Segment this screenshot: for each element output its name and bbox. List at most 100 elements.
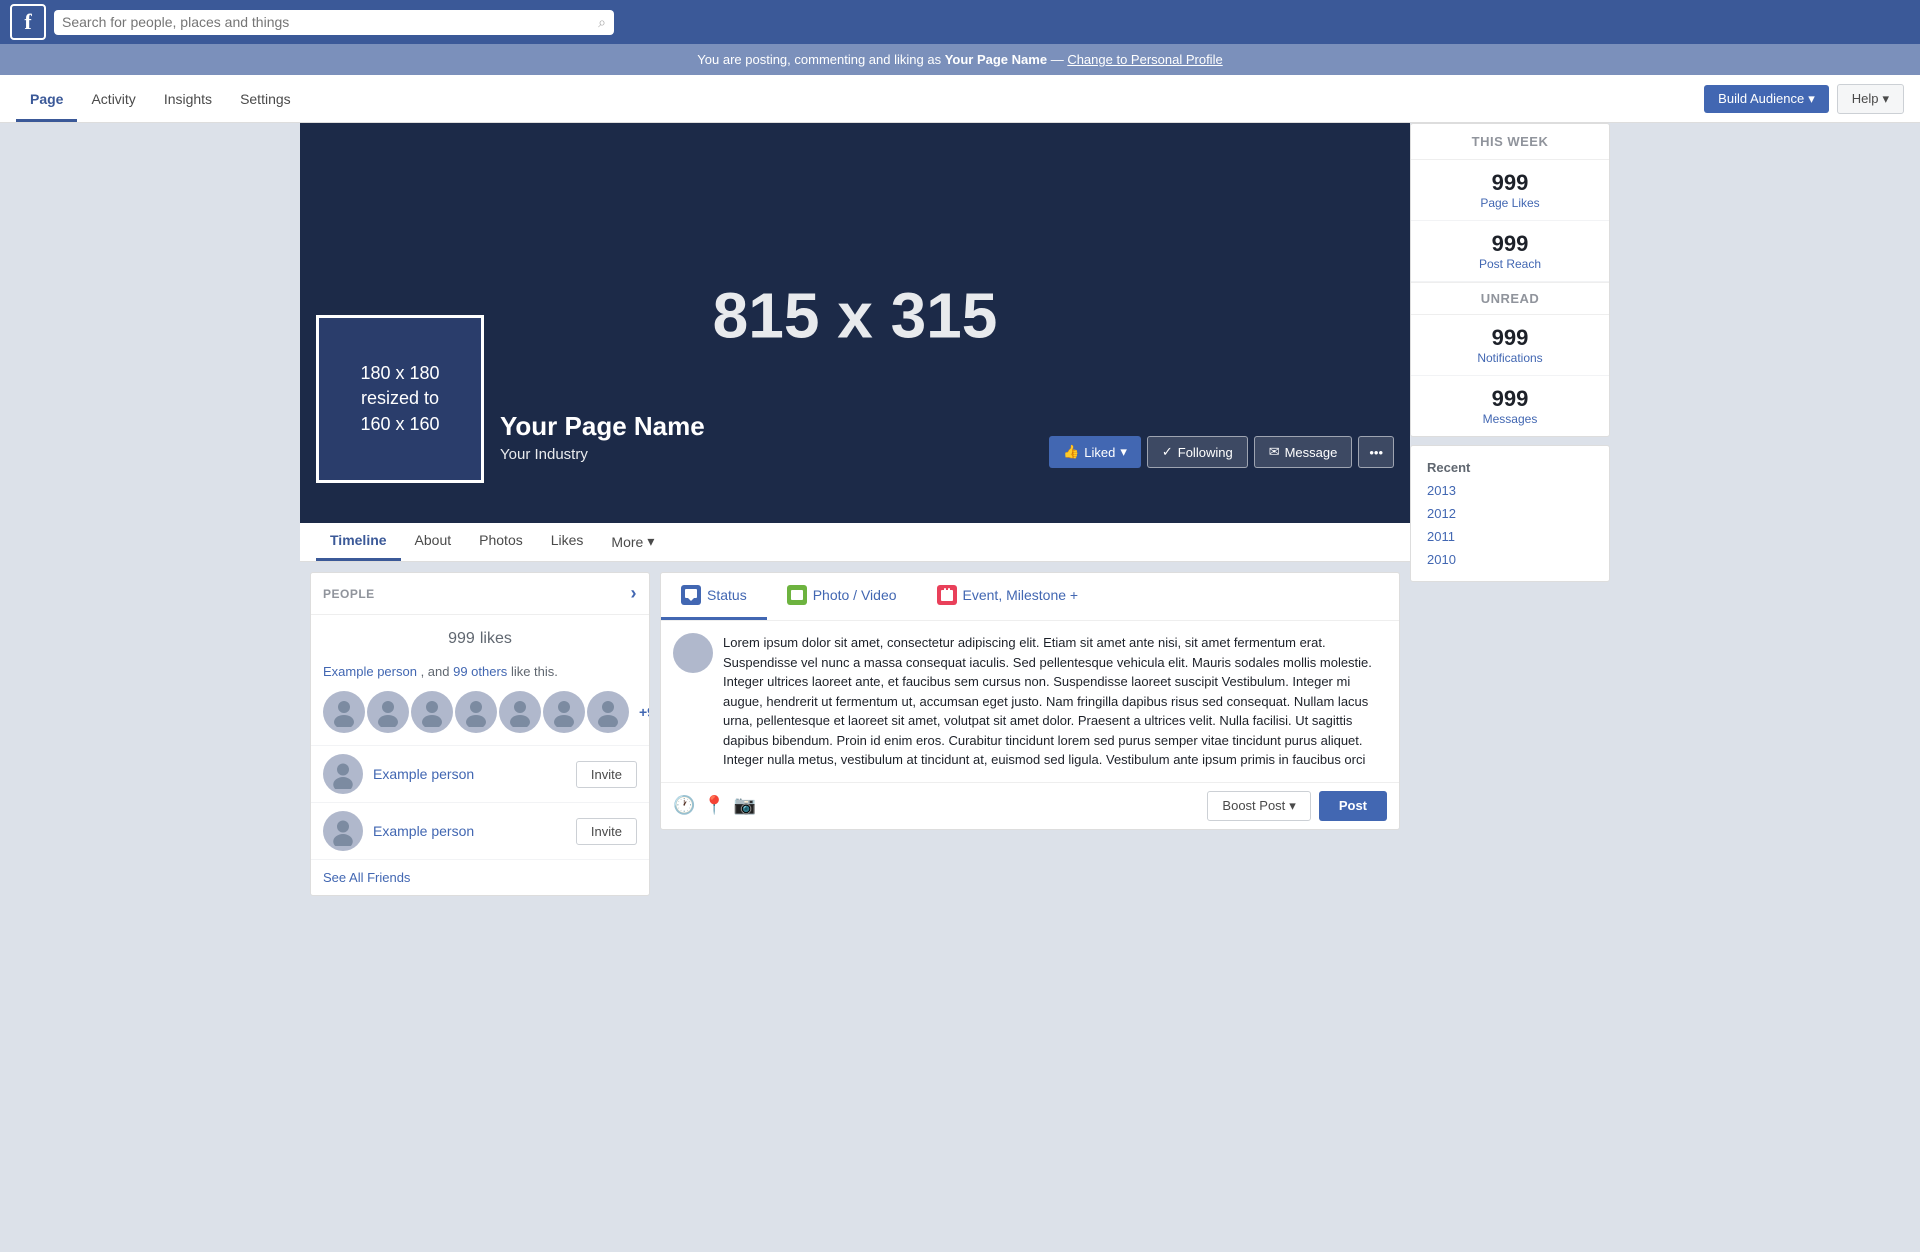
center-feed: Status Photo / Video Event xyxy=(660,572,1400,896)
notifications-label[interactable]: Notifications xyxy=(1421,351,1599,365)
help-button[interactable]: Help ▾ xyxy=(1837,84,1904,114)
search-icon: ⌕ xyxy=(598,14,606,31)
sub-tab-about[interactable]: About xyxy=(401,518,466,561)
status-tab-label: Status xyxy=(707,587,747,603)
likes-number: 999 xyxy=(448,630,475,647)
camera-icon[interactable]: 📷 xyxy=(734,795,756,816)
change-to-personal-link[interactable]: Change to Personal Profile xyxy=(1067,52,1222,67)
timeline-recent-link[interactable]: Recent xyxy=(1411,456,1609,479)
this-week-header: THIS WEEK xyxy=(1411,124,1609,160)
posting-banner: You are posting, commenting and liking a… xyxy=(0,44,1920,75)
status-tab-icon xyxy=(681,585,701,605)
page-tabs-bar: Page Activity Insights Settings Build Au… xyxy=(0,75,1920,123)
notifications-count: 999 xyxy=(1421,325,1599,351)
more-chevron-icon: ▾ xyxy=(647,533,654,550)
composer-tabs: Status Photo / Video Event xyxy=(661,573,1399,621)
sub-tab-timeline[interactable]: Timeline xyxy=(316,518,401,561)
messages-stat: 999 Messages xyxy=(1411,376,1609,436)
friend-more-count[interactable]: +99 xyxy=(639,704,650,720)
location-icon[interactable]: 📍 xyxy=(703,795,725,816)
post-actions-bar: 🕐 📍 📷 Boost Post ▾ Post xyxy=(661,782,1399,829)
page-likes-label[interactable]: Page Likes xyxy=(1421,196,1599,210)
liked-chevron-icon: ▾ xyxy=(1120,444,1127,460)
post-content-area: Lorem ipsum dolor sit amet, consectetur … xyxy=(661,621,1399,782)
friend-others-link[interactable]: 99 others xyxy=(453,664,507,679)
post-actions-right: Boost Post ▾ Post xyxy=(1207,791,1387,821)
help-label: Help xyxy=(1852,91,1879,106)
page-tabs-right: Build Audience ▾ Help ▾ xyxy=(1704,84,1904,114)
friend-item-avatar-1 xyxy=(323,754,363,794)
event-tab-icon xyxy=(937,585,957,605)
friend-avatars-row: +99 xyxy=(311,687,649,745)
timeline-year-2010[interactable]: 2010 xyxy=(1411,548,1609,571)
friend-item-1: Example person Invite xyxy=(311,745,649,802)
search-input[interactable] xyxy=(62,14,594,30)
boost-post-button[interactable]: Boost Post ▾ xyxy=(1207,791,1310,821)
page-tabs-left: Page Activity Insights Settings xyxy=(16,75,1704,122)
friend-item-name-2[interactable]: Example person xyxy=(373,823,566,839)
people-likes-count: 999 likes xyxy=(311,615,649,660)
sub-tab-likes[interactable]: Likes xyxy=(537,518,598,561)
people-section-header: PEOPLE › xyxy=(311,573,649,615)
message-button[interactable]: ✉ Message xyxy=(1254,436,1353,468)
profile-pic-line1: 180 x 180 xyxy=(360,361,439,386)
timeline-year-2012[interactable]: 2012 xyxy=(1411,502,1609,525)
friend-item-name-1[interactable]: Example person xyxy=(373,766,566,782)
posting-banner-text-before: You are posting, commenting and liking a… xyxy=(697,52,944,67)
boost-post-label: Boost Post xyxy=(1222,798,1285,813)
build-audience-label: Build Audience xyxy=(1718,91,1804,106)
build-audience-button[interactable]: Build Audience ▾ xyxy=(1704,85,1829,113)
profile-pic-line2: resized to xyxy=(361,386,439,411)
composer-tab-photo[interactable]: Photo / Video xyxy=(767,573,917,620)
friend-item-2: Example person Invite xyxy=(311,802,649,859)
posting-banner-page-name: Your Page Name xyxy=(945,52,1047,67)
timeline-nav: Recent 2013 2012 2011 2010 xyxy=(1410,445,1610,582)
tab-page[interactable]: Page xyxy=(16,75,77,122)
composer-tab-event[interactable]: Event, Milestone + xyxy=(917,573,1099,620)
composer-tab-status[interactable]: Status xyxy=(661,573,767,620)
see-all-friends-link[interactable]: See All Friends xyxy=(311,859,649,895)
liked-label: Liked xyxy=(1084,445,1115,460)
page-likes-stat: 999 Page Likes xyxy=(1411,160,1609,221)
profile-pic-area: 180 x 180 resized to 160 x 160 xyxy=(316,315,484,483)
friend-avatar-7 xyxy=(587,691,629,733)
page-likes-count: 999 xyxy=(1421,170,1599,196)
post-text-content: Lorem ipsum dolor sit amet, consectetur … xyxy=(723,633,1387,770)
cover-dimensions-label: 815 x 315 xyxy=(713,279,998,353)
following-label: Following xyxy=(1178,445,1233,460)
tab-insights[interactable]: Insights xyxy=(150,75,226,122)
invite-button-2[interactable]: Invite xyxy=(576,818,637,845)
message-icon: ✉ xyxy=(1269,444,1280,460)
post-author-avatar xyxy=(673,633,713,673)
post-reach-label[interactable]: Post Reach xyxy=(1421,257,1599,271)
top-navigation: f ⌕ xyxy=(0,0,1920,44)
clock-icon[interactable]: 🕐 xyxy=(673,795,695,816)
friend-item-avatar-2 xyxy=(323,811,363,851)
friend-name-link[interactable]: Example person xyxy=(323,664,417,679)
friend-avatar-5 xyxy=(499,691,541,733)
timeline-year-2013[interactable]: 2013 xyxy=(1411,479,1609,502)
boost-post-chevron-icon: ▾ xyxy=(1289,798,1296,814)
below-cover-content: PEOPLE › 999 likes Example person , and … xyxy=(300,562,1410,906)
sub-tab-more[interactable]: More ▾ xyxy=(597,519,668,560)
more-options-button[interactable]: ••• xyxy=(1358,436,1394,468)
facebook-logo: f xyxy=(10,4,46,40)
friend-avatar-2 xyxy=(367,691,409,733)
notifications-stat: 999 Notifications xyxy=(1411,315,1609,376)
tab-settings[interactable]: Settings xyxy=(226,75,305,122)
liked-button[interactable]: 👍 Liked ▾ xyxy=(1049,436,1141,468)
build-audience-chevron-icon: ▾ xyxy=(1808,91,1815,107)
following-button[interactable]: ✓ Following xyxy=(1147,436,1248,468)
people-chevron-icon[interactable]: › xyxy=(631,583,638,604)
this-week-card: THIS WEEK 999 Page Likes 999 Post Reach … xyxy=(1410,123,1610,437)
messages-label[interactable]: Messages xyxy=(1421,412,1599,426)
timeline-year-2011[interactable]: 2011 xyxy=(1411,525,1609,548)
search-bar-container: ⌕ xyxy=(54,10,614,35)
more-dots-icon: ••• xyxy=(1369,445,1383,460)
post-button[interactable]: Post xyxy=(1319,791,1387,821)
tab-activity[interactable]: Activity xyxy=(77,75,149,122)
friend-avatar-4 xyxy=(455,691,497,733)
event-tab-label: Event, Milestone + xyxy=(963,587,1079,603)
invite-button-1[interactable]: Invite xyxy=(576,761,637,788)
sub-tab-photos[interactable]: Photos xyxy=(465,518,537,561)
